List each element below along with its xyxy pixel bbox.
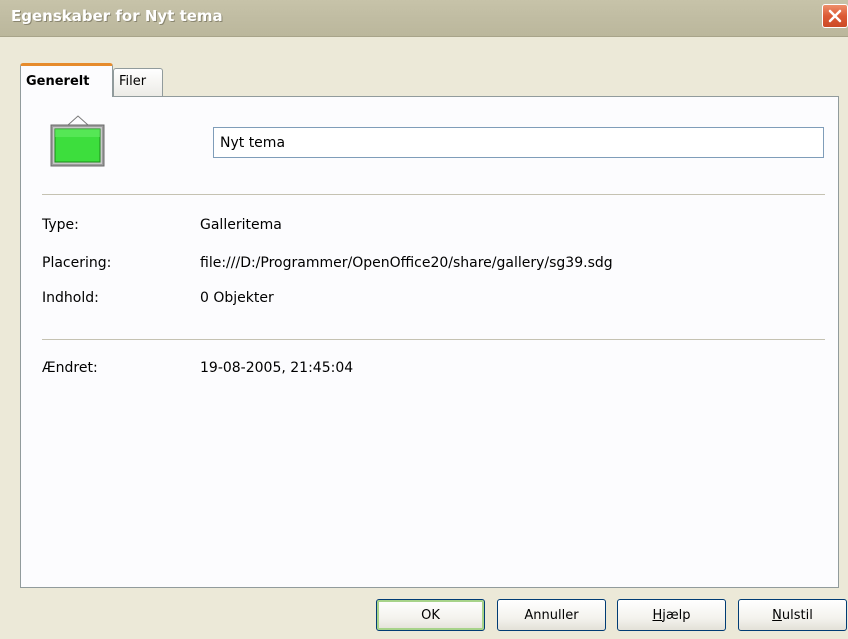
contents-value: 0 Objekter <box>200 290 274 306</box>
cancel-button[interactable]: Annuller <box>497 599 606 631</box>
tab-filer[interactable]: Filer <box>113 68 163 96</box>
ok-button[interactable]: OK <box>376 599 485 631</box>
theme-name-input[interactable] <box>213 127 824 158</box>
tab-filer-label: Filer <box>119 74 147 89</box>
location-value: file:///D:/Programmer/OpenOffice20/share… <box>200 255 613 271</box>
divider-bottom <box>42 339 825 340</box>
ok-button-label: OK <box>421 607 440 623</box>
close-button[interactable] <box>822 4 848 28</box>
tab-generelt-label: Generelt <box>26 74 90 89</box>
help-button-label: Hjælp <box>652 607 691 623</box>
close-icon <box>828 9 842 23</box>
help-button[interactable]: Hjælp <box>617 599 726 631</box>
modified-value: 19-08-2005, 21:45:04 <box>200 360 354 376</box>
reset-button[interactable]: Nulstil <box>738 599 847 631</box>
contents-label: Indhold: <box>42 290 99 306</box>
modified-label: Ændret: <box>42 360 98 376</box>
properties-dialog: Egenskaber for Nyt tema Generelt Filer T… <box>0 0 848 639</box>
type-value: Galleritema <box>200 217 282 233</box>
tab-panel <box>20 96 839 588</box>
type-label: Type: <box>42 217 79 233</box>
cancel-button-label: Annuller <box>524 607 579 623</box>
gallery-theme-icon <box>50 115 105 167</box>
divider-top <box>42 194 825 195</box>
reset-button-label: Nulstil <box>772 607 813 623</box>
tab-generelt[interactable]: Generelt <box>20 63 113 97</box>
window-title: Egenskaber for Nyt tema <box>11 7 223 25</box>
title-bar[interactable]: Egenskaber for Nyt tema <box>0 0 848 37</box>
location-label: Placering: <box>42 255 112 271</box>
